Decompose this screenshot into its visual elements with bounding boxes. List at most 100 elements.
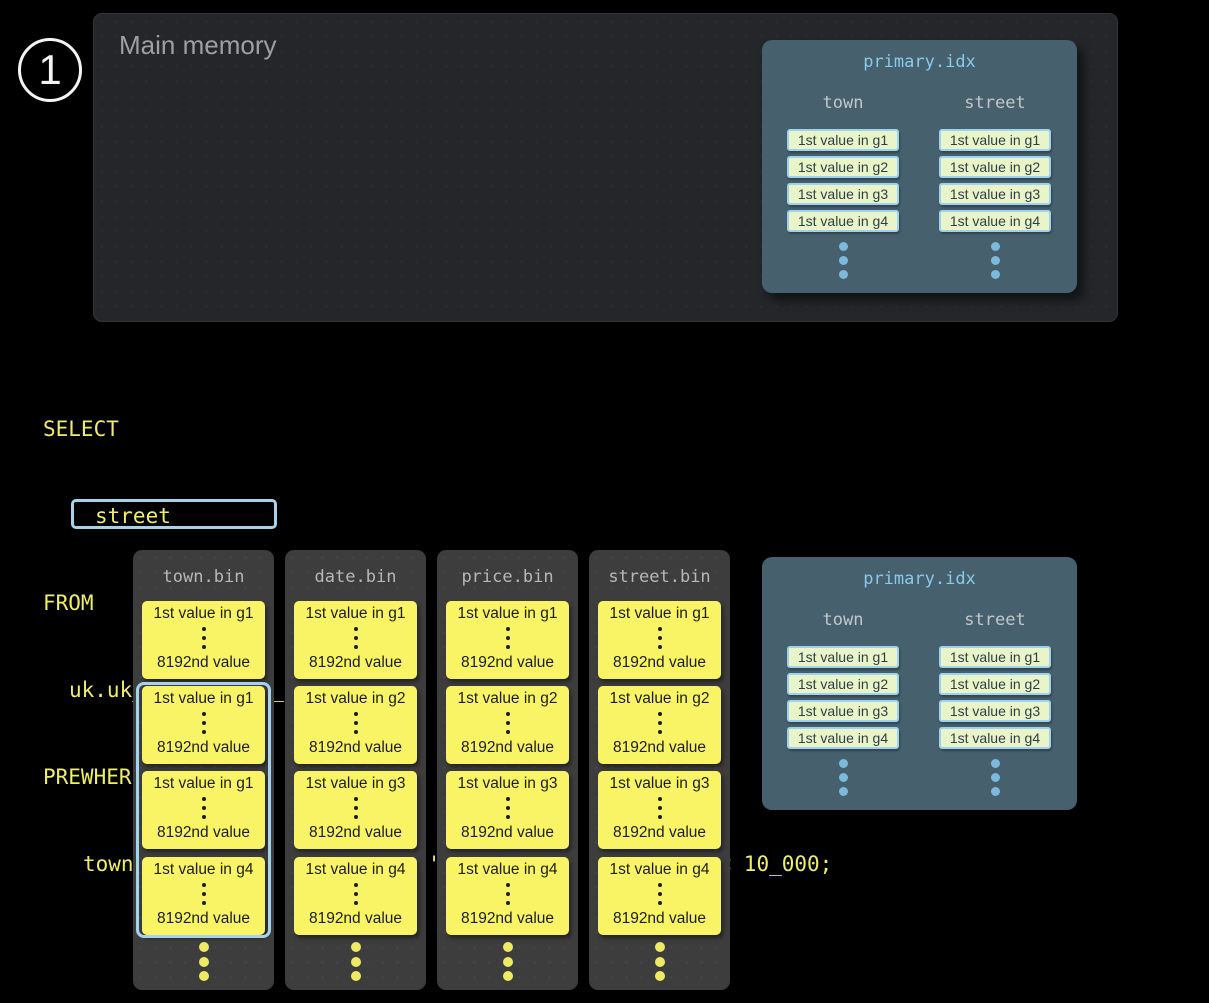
- idx-entry-town-g1: 1st value in g1: [787, 129, 899, 151]
- granule-block: 1st value in g2 8192nd value: [598, 686, 721, 764]
- primary-idx-title: primary.idx: [762, 52, 1077, 72]
- idx-street-column: street 1st value in g1 1st value in g2 1…: [939, 609, 1051, 768]
- step-number-badge: 1: [18, 38, 82, 102]
- bin-file-title: price.bin: [437, 567, 578, 587]
- idx-entry-street-g1: 1st value in g1: [939, 646, 1051, 668]
- idx-column-header-street: street: [939, 92, 1051, 114]
- granule-last-value: 8192nd value: [613, 824, 706, 842]
- town-bin-selected-granules-box: [136, 682, 271, 938]
- granule-block: 1st value in g1 8192nd value: [142, 601, 265, 679]
- main-memory-title: Main memory: [119, 30, 276, 61]
- granule-last-value: 8192nd value: [309, 910, 402, 928]
- step-number: 1: [38, 46, 61, 94]
- idx-entry-street-g4: 1st value in g4: [939, 210, 1051, 232]
- ellipsis-dots-icon: [354, 712, 358, 716]
- primary-idx-panel-memory: primary.idx town 1st value in g1 1st val…: [762, 40, 1077, 293]
- bin-file-title: town.bin: [133, 567, 274, 587]
- granule-block: 1st value in g3 8192nd value: [294, 771, 417, 849]
- idx-entry-town-g1: 1st value in g1: [787, 646, 899, 668]
- granule-last-value: 8192nd value: [157, 654, 250, 672]
- idx-entry-street-g4: 1st value in g4: [939, 727, 1051, 749]
- granule-last-value: 8192nd value: [613, 654, 706, 672]
- prewhere-town-highlight-box: [71, 499, 277, 529]
- idx-town-column: town 1st value in g1 1st value in g2 1st…: [787, 92, 899, 251]
- granule-block: 1st value in g4 8192nd value: [446, 857, 569, 935]
- idx-town-column: town 1st value in g1 1st value in g2 1st…: [787, 609, 899, 768]
- granule-first-value: 1st value in g1: [458, 605, 558, 623]
- granule-last-value: 8192nd value: [309, 824, 402, 842]
- granule-block: 1st value in g2 8192nd value: [294, 686, 417, 764]
- ellipsis-dots-icon: [354, 797, 358, 801]
- idx-entry-town-g2: 1st value in g2: [787, 673, 899, 695]
- bin-column-date: date.bin 1st value in g1 8192nd value 1s…: [285, 550, 426, 990]
- ellipsis-dots-icon: [202, 627, 206, 631]
- ellipsis-dots-icon: [658, 712, 662, 716]
- granule-block: 1st value in g1 8192nd value: [294, 601, 417, 679]
- idx-entry-street-g2: 1st value in g2: [939, 673, 1051, 695]
- granule-block: 1st value in g1 8192nd value: [598, 601, 721, 679]
- idx-column-header-street: street: [939, 609, 1051, 631]
- more-granules-dots-icon: [351, 942, 361, 952]
- granule-block: 1st value in g1 8192nd value: [446, 601, 569, 679]
- idx-column-header-town: town: [787, 609, 899, 631]
- granule-block: 1st value in g4 8192nd value: [598, 857, 721, 935]
- granule-last-value: 8192nd value: [461, 654, 554, 672]
- granule-first-value: 1st value in g1: [306, 605, 406, 623]
- idx-street-column: street 1st value in g1 1st value in g2 1…: [939, 92, 1051, 251]
- granule-first-value: 1st value in g4: [306, 861, 406, 879]
- granule-first-value: 1st value in g2: [306, 690, 406, 708]
- granule-first-value: 1st value in g3: [610, 775, 710, 793]
- ellipsis-dots-icon: [506, 712, 510, 716]
- ellipsis-dots-icon: [354, 627, 358, 631]
- granule-block: 1st value in g3 8192nd value: [446, 771, 569, 849]
- more-entries-dots-icon: [991, 759, 1000, 768]
- granule-block: 1st value in g3 8192nd value: [598, 771, 721, 849]
- granule-first-value: 1st value in g3: [458, 775, 558, 793]
- granule-last-value: 8192nd value: [613, 910, 706, 928]
- granule-last-value: 8192nd value: [613, 739, 706, 757]
- sql-select-keyword: SELECT: [43, 415, 832, 444]
- primary-idx-title: primary.idx: [762, 569, 1077, 589]
- ellipsis-dots-icon: [658, 797, 662, 801]
- granule-block: 1st value in g4 8192nd value: [294, 857, 417, 935]
- idx-entry-town-g4: 1st value in g4: [787, 727, 899, 749]
- more-entries-dots-icon: [991, 242, 1000, 251]
- idx-entry-street-g3: 1st value in g3: [939, 183, 1051, 205]
- granule-first-value: 1st value in g1: [610, 605, 710, 623]
- bin-file-title: date.bin: [285, 567, 426, 587]
- ellipsis-dots-icon: [354, 883, 358, 887]
- primary-idx-panel-disk: primary.idx town 1st value in g1 1st val…: [762, 557, 1077, 810]
- idx-entry-town-g4: 1st value in g4: [787, 210, 899, 232]
- granule-first-value: 1st value in g1: [154, 605, 254, 623]
- ellipsis-dots-icon: [658, 627, 662, 631]
- granule-first-value: 1st value in g4: [458, 861, 558, 879]
- idx-column-header-town: town: [787, 92, 899, 114]
- granule-first-value: 1st value in g2: [610, 690, 710, 708]
- ellipsis-dots-icon: [506, 797, 510, 801]
- idx-entry-street-g2: 1st value in g2: [939, 156, 1051, 178]
- more-granules-dots-icon: [655, 942, 665, 952]
- granule-last-value: 8192nd value: [309, 739, 402, 757]
- idx-entry-town-g3: 1st value in g3: [787, 700, 899, 722]
- more-granules-dots-icon: [199, 942, 209, 952]
- idx-entry-town-g3: 1st value in g3: [787, 183, 899, 205]
- bin-column-price: price.bin 1st value in g1 8192nd value 1…: [437, 550, 578, 990]
- ellipsis-dots-icon: [658, 883, 662, 887]
- granule-block: 1st value in g2 8192nd value: [446, 686, 569, 764]
- idx-entry-town-g2: 1st value in g2: [787, 156, 899, 178]
- more-entries-dots-icon: [839, 242, 848, 251]
- more-entries-dots-icon: [839, 759, 848, 768]
- ellipsis-dots-icon: [506, 883, 510, 887]
- idx-entry-street-g1: 1st value in g1: [939, 129, 1051, 151]
- granule-first-value: 1st value in g2: [458, 690, 558, 708]
- more-granules-dots-icon: [503, 942, 513, 952]
- granule-last-value: 8192nd value: [309, 654, 402, 672]
- granule-first-value: 1st value in g4: [610, 861, 710, 879]
- bin-column-street: street.bin 1st value in g1 8192nd value …: [589, 550, 730, 990]
- ellipsis-dots-icon: [506, 627, 510, 631]
- granule-last-value: 8192nd value: [461, 739, 554, 757]
- idx-entry-street-g3: 1st value in g3: [939, 700, 1051, 722]
- granule-last-value: 8192nd value: [461, 910, 554, 928]
- granule-first-value: 1st value in g3: [306, 775, 406, 793]
- granule-last-value: 8192nd value: [461, 824, 554, 842]
